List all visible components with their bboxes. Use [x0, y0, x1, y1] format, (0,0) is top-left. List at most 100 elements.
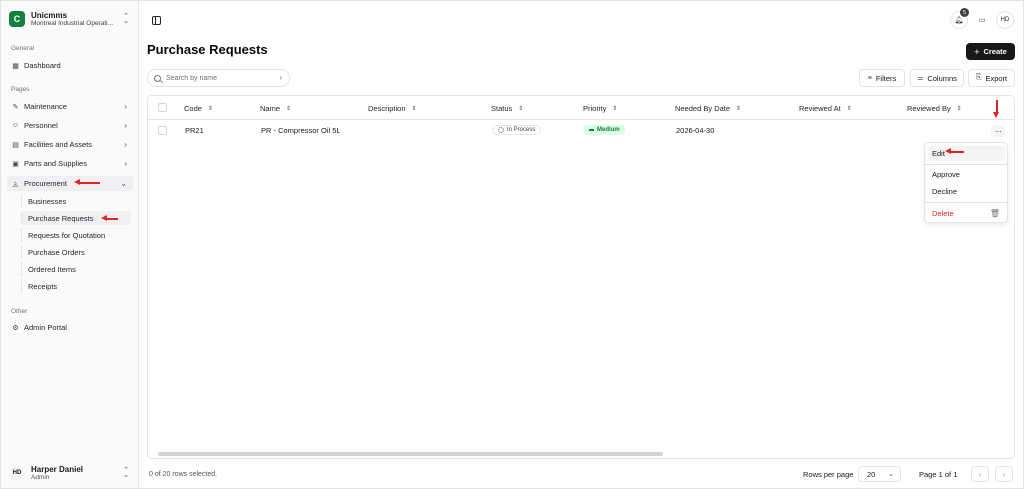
- horizontal-scrollbar[interactable]: [158, 452, 663, 456]
- menu-item-decline[interactable]: Decline: [928, 184, 1006, 199]
- sidebar-subitem-receipts[interactable]: Receipts: [21, 279, 131, 293]
- filters-label: Filters: [875, 73, 897, 83]
- menu-item-approve[interactable]: Approve: [928, 167, 1006, 182]
- menu-divider: [925, 202, 1007, 203]
- table-row[interactable]: PR21 PR - Compressor Oil 5L In Process M…: [148, 120, 1014, 140]
- column-header-status[interactable]: Status ⇕: [491, 96, 523, 120]
- page-indicator: Page 1 of 1: [919, 470, 958, 479]
- chevrons-up-down-icon: ⌃ ⌄: [123, 467, 129, 479]
- column-header-label: Name: [260, 103, 281, 113]
- brand-text: Unicmms Montreal Industrial Operati...: [31, 11, 119, 27]
- annotation-arrow-procurement: [74, 179, 100, 185]
- trash-icon: 🗑︎: [989, 209, 1000, 218]
- main-content: 🔔︎ 5 ▭ HD Purchase Requests + Create › ≡…: [139, 1, 1023, 488]
- filters-button[interactable]: ≡ Filters: [859, 69, 905, 87]
- next-page-button[interactable]: ›: [995, 466, 1013, 482]
- rows-per-page-label: Rows per page: [803, 470, 854, 479]
- sort-icon: ⇕: [286, 105, 292, 112]
- avatar: HD: [9, 465, 25, 481]
- column-header-description[interactable]: Description ⇕: [368, 96, 417, 120]
- more-horizontal-icon: ···: [994, 126, 1002, 136]
- rows-per-page-select[interactable]: 20 ⌄: [858, 466, 901, 482]
- brand-subtitle: Montreal Industrial Operati...: [31, 20, 114, 27]
- sidebar-item-parts-and-supplies[interactable]: ▣ Parts and Supplies ›: [7, 156, 133, 171]
- sidebar-item-admin-portal[interactable]: ⚙ Admin Portal: [7, 320, 133, 335]
- menu-item-delete[interactable]: Delete 🗑︎: [928, 206, 1006, 221]
- search-box[interactable]: ›: [147, 69, 290, 87]
- column-header-reviewed-at[interactable]: Reviewed At ⇕: [799, 96, 852, 120]
- bell-icon: 🔔︎: [954, 17, 964, 24]
- header-avatar[interactable]: HD: [996, 11, 1014, 29]
- export-button[interactable]: ⎘ Export: [968, 69, 1015, 87]
- column-header-label: Code: [184, 103, 202, 113]
- rows-per-page-value: 20: [867, 469, 876, 479]
- sidebar-item-procurement[interactable]: ◬ Procurement ⌄: [7, 176, 133, 191]
- column-header-name[interactable]: Name ⇕: [260, 96, 291, 120]
- columns-button[interactable]: ⚌ Columns: [910, 69, 964, 87]
- shopping-bag-icon: ◬: [12, 180, 19, 188]
- chevron-right-icon: ›: [279, 73, 282, 82]
- brand-name: Unicmms: [31, 11, 68, 20]
- plus-icon: +: [974, 46, 980, 57]
- cell-name: PR - Compressor Oil 5L: [261, 125, 341, 135]
- chevron-left-icon: ‹: [978, 469, 982, 479]
- sort-icon: ⇕: [612, 105, 618, 112]
- sliders-icon: ⚌: [917, 75, 924, 82]
- chevron-right-icon: ›: [124, 102, 127, 111]
- chevron-right-icon: ›: [124, 140, 127, 149]
- annotation-arrow-purchase-requests: [101, 215, 118, 221]
- column-header-reviewed-by[interactable]: Reviewed By ⇕: [907, 96, 962, 120]
- sidebar: C Unicmms Montreal Industrial Operati...…: [1, 1, 139, 488]
- column-header-label: Reviewed At: [799, 103, 841, 113]
- loader-icon: [498, 127, 504, 133]
- sidebar-item-label: Parts and Supplies: [24, 159, 87, 168]
- sidebar-subitem-purchase-orders[interactable]: Purchase Orders: [21, 245, 131, 259]
- column-header-code[interactable]: Code ⇕: [184, 96, 213, 120]
- column-header-label: Reviewed By: [907, 103, 951, 113]
- sidebar-item-personnel[interactable]: ☺ Personnel ›: [7, 118, 133, 133]
- sidebar-item-dashboard[interactable]: ▦ Dashboard: [7, 58, 133, 73]
- sidebar-item-label: Personnel: [24, 121, 58, 130]
- monitor-icon: ▭: [978, 17, 986, 24]
- column-header-needed-by-date[interactable]: Needed By Date ⇕: [675, 96, 741, 120]
- app-window: C Unicmms Montreal Industrial Operati...…: [0, 0, 1024, 489]
- previous-page-button[interactable]: ‹: [971, 466, 989, 482]
- column-header-priority[interactable]: Priority ⇕: [583, 96, 617, 120]
- sidebar-subitem-requests-for-quotation[interactable]: Requests for Quotation: [21, 228, 131, 242]
- sidebar-toggle-button[interactable]: [147, 11, 165, 29]
- sidebar-item-facilities-and-assets[interactable]: ▤ Facilities and Assets ›: [7, 137, 133, 152]
- priority-badge: Medium: [584, 125, 625, 135]
- menu-item-edit[interactable]: Edit: [928, 146, 1006, 161]
- sort-icon: ⇕: [207, 105, 213, 112]
- sidebar-subitem-businesses[interactable]: Businesses: [21, 194, 131, 208]
- user-menu[interactable]: HD Harper Daniel Admin ⌃ ⌄: [9, 462, 131, 484]
- cell-code: PR21: [185, 125, 204, 135]
- notifications-button[interactable]: 🔔︎ 5: [950, 8, 969, 29]
- row-actions-button[interactable]: ···: [991, 125, 1005, 137]
- chevron-right-icon: ›: [124, 121, 127, 130]
- sidebar-item-maintenance[interactable]: ✎ Maintenance ›: [7, 99, 133, 114]
- create-button[interactable]: + Create: [966, 43, 1015, 60]
- cell-needed-by-date: 2026-04-30: [676, 125, 715, 135]
- user-role: Admin: [31, 474, 50, 481]
- row-checkbox[interactable]: [158, 126, 167, 135]
- export-label: Export: [985, 73, 1008, 83]
- box-icon: ▣: [12, 160, 19, 168]
- workspace-switcher[interactable]: C Unicmms Montreal Industrial Operati...…: [9, 9, 131, 29]
- selection-status: 0 of 20 rows selected.: [149, 471, 218, 478]
- chevron-down-icon: ⌄: [120, 179, 127, 188]
- user-name: Harper Daniel: [31, 465, 84, 474]
- search-input[interactable]: [166, 74, 271, 82]
- cell-status: In Process: [492, 120, 542, 140]
- sidebar-item-label: Procurement: [24, 179, 67, 188]
- sidebar-subitem-ordered-items[interactable]: Ordered Items: [21, 262, 131, 276]
- filter-icon: ≡: [867, 74, 872, 82]
- sidebar-item-label: Dashboard: [24, 61, 61, 70]
- select-all-checkbox[interactable]: [158, 103, 167, 112]
- display-button[interactable]: ▭: [973, 11, 991, 29]
- priority-badge-label: Medium: [597, 127, 620, 133]
- column-header-label: Priority: [583, 103, 607, 113]
- annotation-arrow-edit: [945, 148, 964, 154]
- create-button-label: Create: [983, 47, 1007, 56]
- users-icon: ☺: [11, 122, 20, 129]
